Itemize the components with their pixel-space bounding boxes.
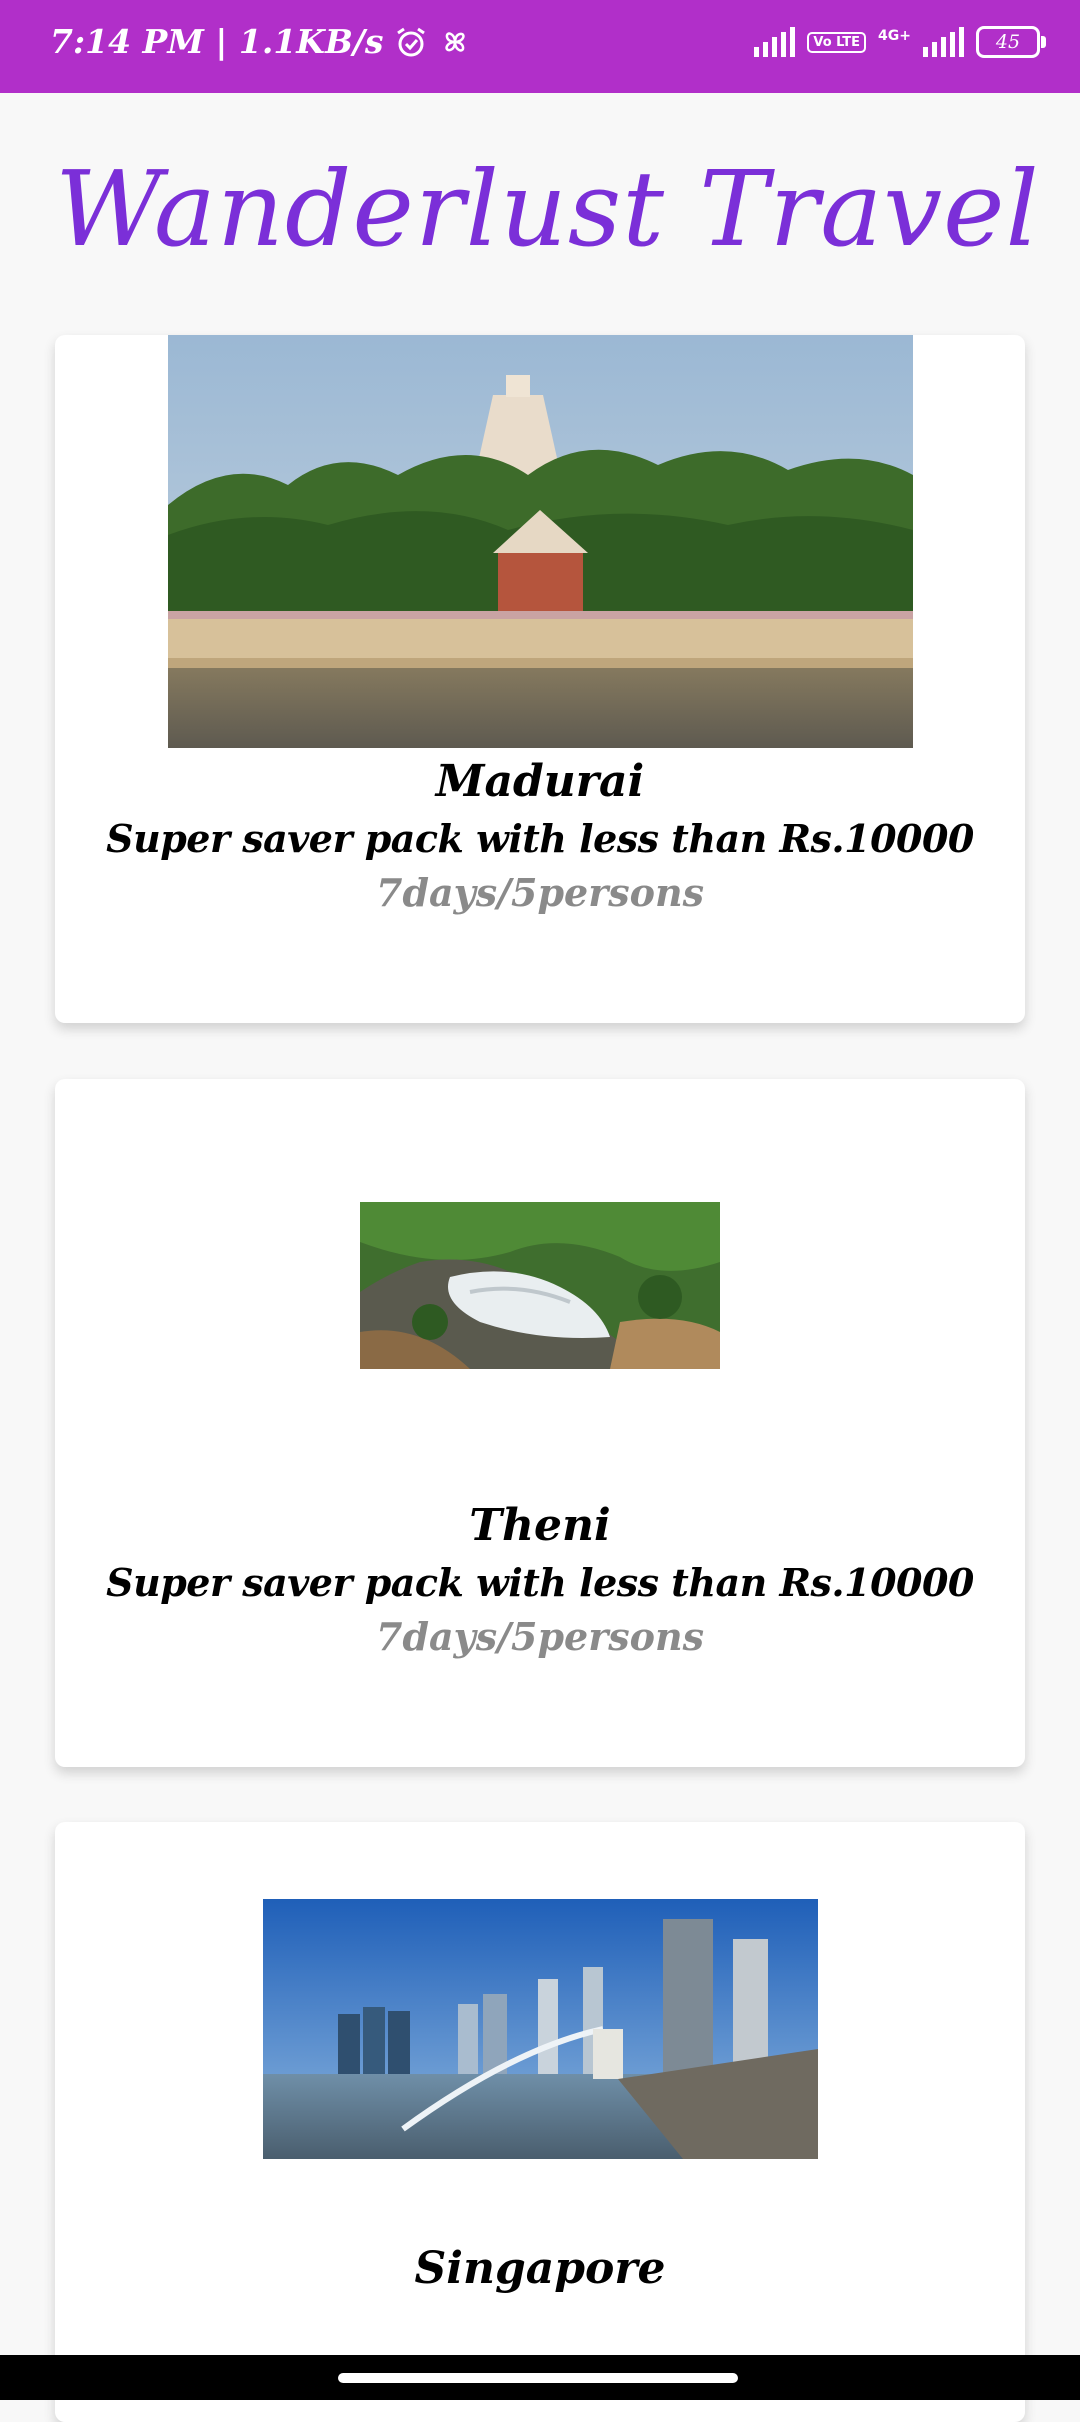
alarm-icon bbox=[396, 27, 425, 56]
battery-icon: 45 bbox=[976, 26, 1046, 58]
volte-icon: Vo LTE bbox=[807, 31, 867, 53]
package-duration: 7days/5persons bbox=[376, 1614, 704, 1659]
card-text: Madurai Super saver pack with less than … bbox=[55, 753, 1025, 919]
pinwheel-icon bbox=[444, 31, 465, 52]
package-offer: Super saver pack with less than Rs.10000 bbox=[106, 816, 974, 861]
package-card-madurai[interactable]: Madurai Super saver pack with less than … bbox=[55, 335, 1025, 1023]
status-time-speed: 7:14 PM | 1.1KB/s bbox=[50, 22, 384, 61]
package-place: Singapore bbox=[414, 2243, 666, 2294]
package-duration: 7days/5persons bbox=[376, 870, 704, 915]
signal-icon-2 bbox=[923, 27, 964, 57]
singapore-image bbox=[263, 1899, 818, 2159]
package-card-theni[interactable]: Theni Super saver pack with less than Rs… bbox=[55, 1079, 1025, 1767]
card-text: Singapore bbox=[55, 2240, 1025, 2298]
home-gesture-handle[interactable] bbox=[338, 2373, 738, 2383]
signal-icon bbox=[754, 27, 796, 57]
status-left: 7:14 PM | 1.1KB/s bbox=[50, 22, 472, 61]
status-bar: 7:14 PM | 1.1KB/s Vo LTE 4G+ 45 bbox=[0, 0, 1080, 93]
package-place: Madurai bbox=[435, 756, 645, 807]
madurai-image bbox=[168, 335, 913, 748]
battery-level: 45 bbox=[995, 31, 1021, 53]
card-text: Theni Super saver pack with less than Rs… bbox=[55, 1497, 1025, 1663]
package-card-singapore[interactable]: Singapore bbox=[55, 1822, 1025, 2422]
package-place: Theni bbox=[469, 1500, 611, 1551]
package-offer: Super saver pack with less than Rs.10000 bbox=[106, 1560, 974, 1605]
theni-image bbox=[360, 1202, 720, 1369]
nav-bar bbox=[0, 2355, 1080, 2400]
app-title: Wanderlust Travel bbox=[55, 148, 1040, 270]
network-type: 4G+ bbox=[878, 28, 911, 44]
status-right: Vo LTE 4G+ 45 bbox=[754, 26, 1046, 58]
